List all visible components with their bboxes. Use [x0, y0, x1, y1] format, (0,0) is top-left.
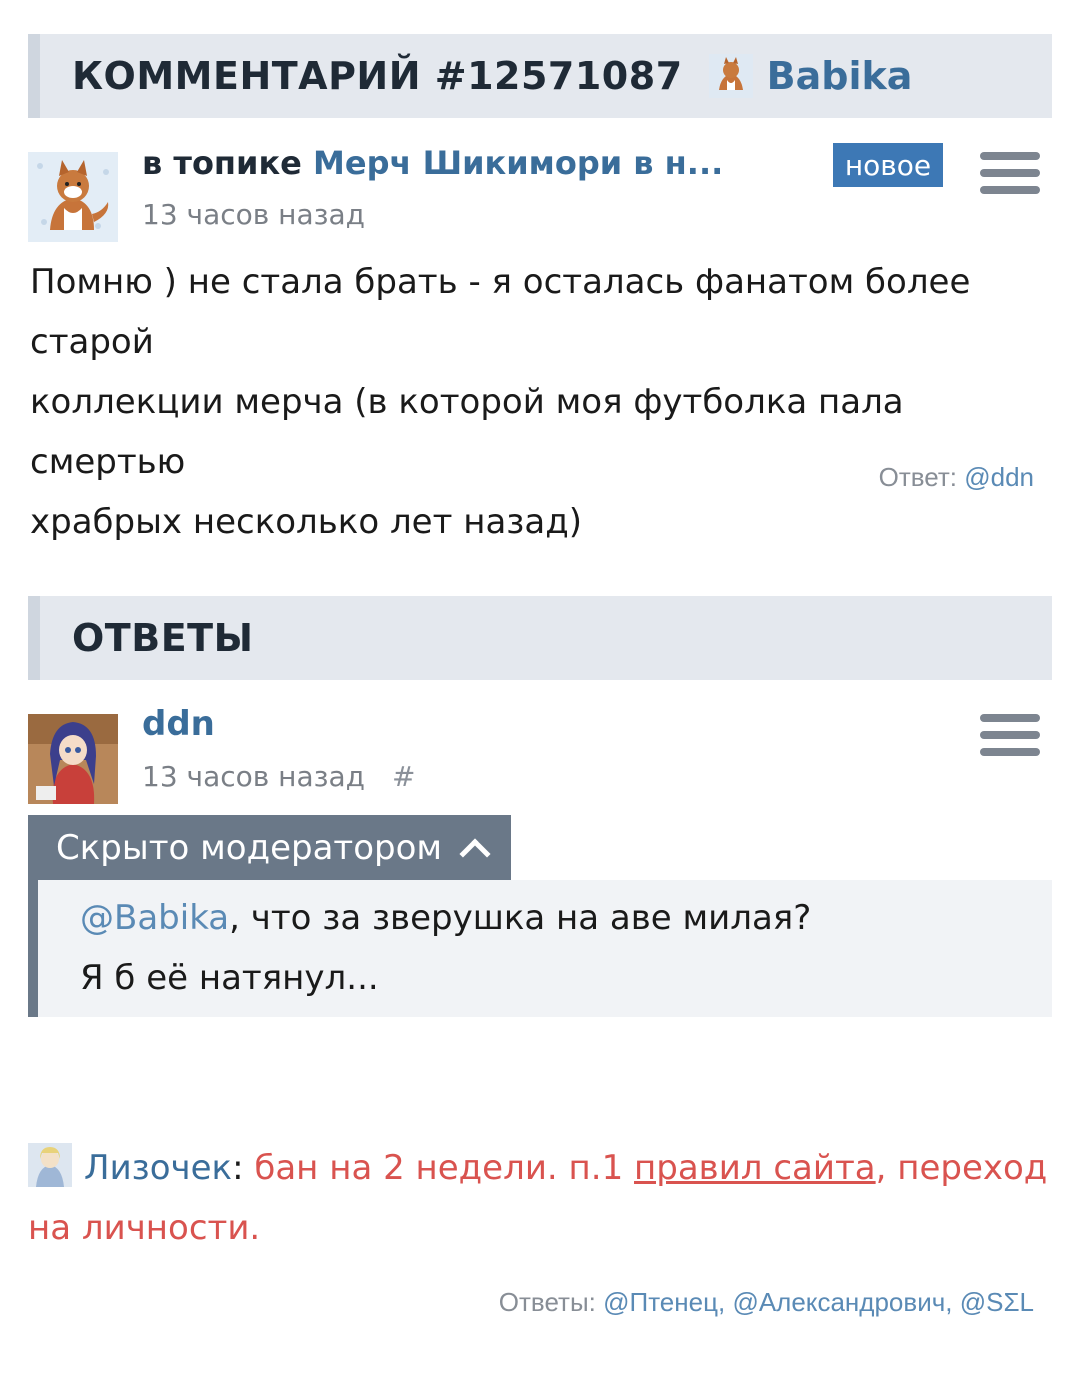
reply-user-link[interactable]: @SΣL	[960, 1287, 1034, 1317]
hidden-text-line: @Babika, что за зверушка на аве милая?	[80, 888, 1052, 948]
reply-user-link[interactable]: @Птенец	[603, 1287, 718, 1317]
comment-time[interactable]: 13 часов назад	[142, 198, 365, 231]
reply-to: Ответ: @ddn	[879, 462, 1034, 493]
hidden-text-rest: , что за зверушка на аве милая?	[229, 898, 812, 938]
topic-prefix: в топике	[142, 144, 302, 182]
reply-user-separator: ,	[717, 1287, 733, 1317]
replies-title: ОТВЕТЫ	[72, 616, 254, 660]
reply-user-link[interactable]: @Александрович	[732, 1287, 945, 1317]
hamburger-menu-icon[interactable]	[980, 152, 1040, 198]
replies-label: Ответы:	[498, 1287, 596, 1317]
hamburger-menu-icon[interactable]	[980, 714, 1040, 760]
reply-permalink-hash[interactable]: #	[392, 760, 415, 793]
site-rules-link[interactable]: правил сайта	[634, 1148, 876, 1188]
reply-time[interactable]: 13 часов назад	[142, 760, 365, 793]
reply-author-avatar[interactable]	[28, 714, 118, 804]
new-badge: новое	[833, 143, 943, 187]
moderation-note: Лизочек: бан на 2 недели. п.1 правил сай…	[28, 1138, 1058, 1258]
moderator-colon: :	[232, 1148, 244, 1188]
replies-list: Ответы: @Птенец, @Александрович, @SΣL	[499, 1287, 1034, 1318]
chevron-up-icon	[459, 837, 491, 870]
reply-to-label: Ответ:	[878, 462, 957, 492]
hidden-text-line: Я б её натянул...	[80, 958, 379, 998]
comment-text-line: храбрых несколько лет назад)	[30, 502, 582, 542]
reply-user-separator: ,	[945, 1287, 960, 1317]
ban-text: бан на 2 недели. п.1	[243, 1148, 635, 1188]
comment-header: КОММЕНТАРИЙ #12571087 Babika	[28, 34, 1052, 118]
mention-link[interactable]: @Babika	[80, 898, 229, 938]
reply-to-user-link[interactable]: @ddn	[964, 462, 1034, 492]
topic-line: в топике Мерч Шикимори в н...	[142, 144, 723, 182]
hidden-label: Скрыто модератором	[56, 827, 443, 868]
header-author[interactable]: Babika	[708, 54, 913, 98]
hidden-reply-content: @Babika, что за зверушка на аве милая? Я…	[28, 880, 1052, 1017]
author-mini-avatar	[708, 54, 753, 98]
replies-header: ОТВЕТЫ	[28, 596, 1052, 680]
comment-text-line: Помню ) не стала брать - я осталась фана…	[30, 262, 971, 362]
header-author-name[interactable]: Babika	[767, 54, 913, 98]
comment-text: Помню ) не стала брать - я осталась фана…	[30, 252, 1060, 552]
moderator-avatar[interactable]	[28, 1143, 72, 1187]
author-avatar[interactable]	[28, 152, 118, 242]
reply-time-line: 13 часов назад #	[142, 760, 415, 793]
topic-link[interactable]: Мерч Шикимори в н...	[313, 144, 723, 182]
comment-title: КОММЕНТАРИЙ #12571087	[72, 54, 683, 98]
moderator-name[interactable]: Лизочек	[84, 1148, 232, 1188]
hidden-by-moderator-toggle[interactable]: Скрыто модератором	[28, 815, 511, 880]
reply-author-line: ddn	[142, 704, 215, 744]
reply-author-name[interactable]: ddn	[142, 704, 215, 744]
